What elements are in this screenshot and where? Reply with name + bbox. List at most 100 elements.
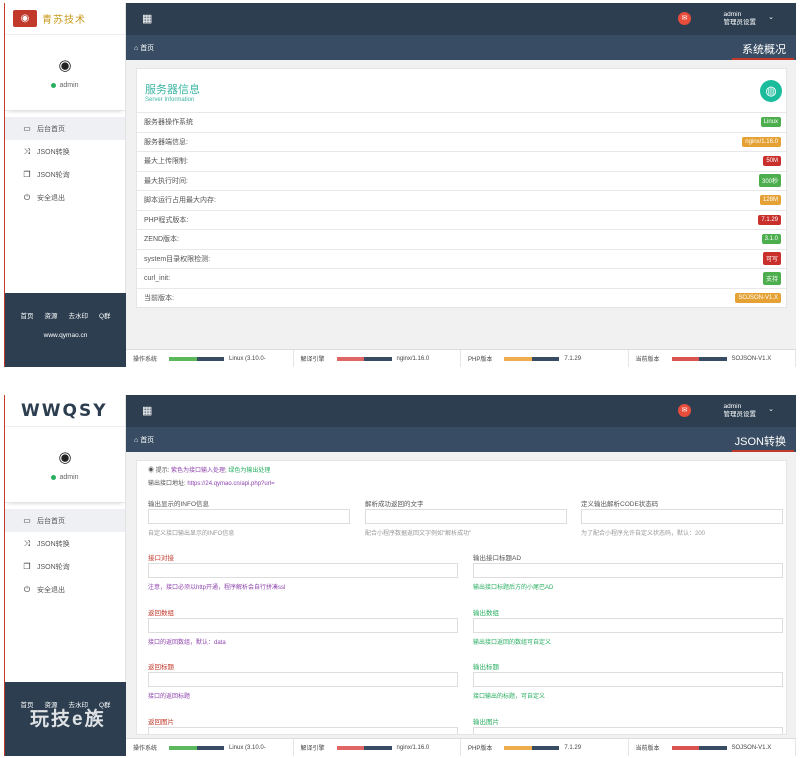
sidebar-item-label: JSON转换 [37,540,70,548]
progress-segment [196,745,225,750]
sidebar-item-json-convert[interactable]: ⤨ JSON转换 [5,140,125,163]
sidebar-item-label: 后台首页 [37,125,65,133]
status-badge: 50M [763,156,781,167]
code-input[interactable] [581,509,783,524]
info-row: 服务器端信息: nginx/1.16.0 [137,131,786,152]
sidebar-item-logout[interactable]: ⏻ 安全退出 [5,578,125,601]
field-label: 解析成功返回的文字 [365,501,424,508]
sidebar-menu: ▭ 后台首页 ⤨ JSON转换 ❐ JSON轮询 ⏻ 安全退出 [5,509,125,601]
logo[interactable]: WWQSY [5,395,125,427]
field-hint: 输出接口返回的数组可自定义 [473,640,552,646]
sidebar-footer: 首页 资源 去水印 Q群 www.qymao.cn [5,293,126,367]
page-title: 系统概况 [742,44,786,56]
sidebar-item-label: JSON轮询 [37,171,70,179]
tip-purple: 紫色为接口输入处理 [171,468,226,474]
sidebar-item-label: 后台首页 [37,517,65,525]
sidebar-item-logout[interactable]: ⏻ 安全退出 [5,186,125,209]
footer-link-watermark[interactable]: 去水印 [68,310,88,320]
chevron-down-icon[interactable]: ⌄ [768,405,774,413]
sidebar-item-json-poll[interactable]: ❐ JSON轮询 [5,163,125,186]
field-label: 输出数组 [473,610,499,617]
eye-icon: ◉ [58,449,72,466]
status-label: 当前版本 [635,357,660,363]
info-row: PHP程式版本: 7.1.29 [137,209,786,230]
json-convert-form: ◉ 提示: 紫色为接口输入处理; 绿色为输出处理 输出接口地址: https:/… [136,460,787,735]
output-array-input[interactable] [473,618,783,633]
output-image-input[interactable] [473,727,783,734]
info-label: 最大上传限制: [144,158,188,166]
sidebar-item-dashboard[interactable]: ▭ 后台首页 [5,509,125,532]
eye-icon: ◉ [58,57,72,74]
progress-segment [336,745,365,750]
profile: ◉ admin [5,35,125,111]
progress-segment [336,356,365,361]
progress-segment [504,745,532,750]
online-dot [51,475,57,480]
profile-name: admin [59,82,79,89]
status-progress-bar [504,356,560,361]
sidebar-item-dashboard[interactable]: ▭ 后台首页 [5,117,125,140]
api-url: 输出接口地址: https://24.qymao.cn/api.php?url= [148,478,275,487]
form-group-output-title: 输出标题 接口输出的标题，可自定义 [473,661,783,700]
progress-segment [699,356,727,361]
admin-sub: 管理员设置 [723,19,757,26]
form-group-api: 接口对接 注意，接口必须以http开通，程序解析会自行拼凑ssl [148,552,458,591]
power-icon: ⏻ [23,584,31,594]
status-label: 解译引擎 [300,746,325,752]
grid-menu-icon[interactable]: ▦ [142,12,152,25]
sidebar-item-label: JSON转换 [37,148,70,156]
api-url-link[interactable]: https://24.qymao.cn/api.php?url= [187,481,274,487]
field-label: 接口对接 [148,555,174,562]
status-value: nginx/1.16.0 [396,744,430,751]
grid-menu-icon[interactable]: ▦ [142,404,152,417]
sidebar-item-json-convert[interactable]: ⤨ JSON转换 [5,532,125,555]
info-label: ZEND版本: [144,236,179,244]
title-underline [732,450,794,452]
sidebar-item-json-poll[interactable]: ❐ JSON轮询 [5,555,125,578]
admin-menu[interactable]: admin 管理员设置 [724,11,757,27]
chevron-down-icon[interactable]: ⌄ [768,13,774,21]
return-title-input[interactable] [148,672,458,687]
status-cell: 解译引擎 nginx/1.16.0 [294,739,461,756]
return-array-input[interactable] [148,618,458,633]
status-cell: PHP版本 7.1.29 [461,739,629,756]
info-label: 脚本运行占用最大内存: [144,197,216,205]
footer-link-home[interactable]: 首页 [20,310,33,320]
sidebar-item-label: JSON轮询 [37,563,70,571]
mail-icon[interactable]: ✉ [678,12,691,25]
output-title-input[interactable] [473,672,783,687]
field-label: 定义输出解析CODE状态码 [581,501,659,508]
status-badge: 支持 [762,271,781,285]
form-group-return-image: 返回图片 [148,716,458,734]
admin-menu[interactable]: admin 管理员设置 [724,403,757,419]
info-input[interactable] [148,509,350,524]
info-label: 当前版本: [144,294,174,302]
panel-subtitle: Server Information [145,97,195,103]
footer-site[interactable]: www.qymao.cn [5,332,126,339]
logo[interactable]: ◉ 青苏技术 [5,3,125,35]
info-row: 服务器操作系统 Linux [137,112,786,132]
footer-link-qq-group[interactable]: Q群 [99,310,111,320]
status-progress-bar [504,745,560,750]
status-progress-bar [169,356,225,361]
breadcrumb-home[interactable]: ⌂ 首页 [134,43,154,53]
breadcrumb: ⌂ 首页 JSON转换 [126,427,796,452]
sidebar-item-label: 安全退出 [37,586,65,594]
api-url-label: 输出接口地址: [148,481,186,487]
status-label: PHP版本 [468,357,493,363]
info-row: 脚本运行占用最大内存: 128M [137,190,786,210]
breadcrumb-home[interactable]: ⌂ 首页 [134,435,154,445]
status-label: 操作系统 [133,746,158,752]
success-text-input[interactable] [365,509,567,524]
status-value: 7.1.29 [564,744,582,751]
profile: ◉ admin [5,427,125,503]
admin-name: admin [723,11,742,18]
status-badge: Linux [760,117,781,128]
form-group-return-title: 返回标题 接口的返回标题 [148,661,458,700]
title-ad-input[interactable] [473,563,783,578]
form-group-title-ad: 输出接口标题AD 输出接口标题后方的小尾巴AD [473,552,783,591]
api-input[interactable] [148,563,458,578]
return-image-input[interactable] [148,727,458,734]
mail-icon[interactable]: ✉ [678,404,691,417]
footer-link-resources[interactable]: 资源 [44,310,57,320]
